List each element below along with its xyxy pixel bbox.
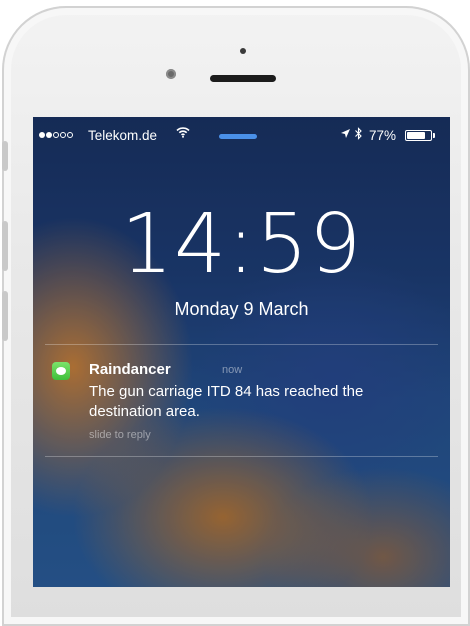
volume-down-button: [2, 291, 8, 341]
notification-top-divider: [45, 344, 438, 345]
signal-strength: [39, 132, 73, 138]
wifi-icon: [176, 126, 190, 141]
location-arrow-icon: [340, 128, 351, 142]
signal-dot: [39, 132, 45, 138]
notification-app-name: Raindancer: [89, 361, 171, 378]
signal-dot: [67, 132, 73, 138]
signal-dot: [46, 132, 52, 138]
status-bar: Telekom.de 77%: [33, 127, 450, 145]
notification-message: The gun carriage ITD 84 has reached the …: [89, 383, 364, 420]
volume-up-button: [2, 221, 8, 271]
lock-screen: Telekom.de 77% 14:59 Monday 9 March Rain…: [33, 117, 450, 587]
battery-percentage: 77%: [369, 128, 397, 143]
battery-icon: [405, 130, 432, 141]
carrier-name: Telekom.de: [88, 128, 158, 143]
notification-time: now: [222, 364, 243, 376]
mute-switch: [2, 141, 8, 171]
battery-level-fill: [407, 132, 425, 139]
lock-screen-clock: 14:59: [120, 197, 363, 292]
front-camera: [166, 69, 176, 79]
battery-tip: [433, 133, 435, 138]
signal-dot: [60, 132, 66, 138]
signal-dot: [53, 132, 59, 138]
notification-bottom-divider: [45, 456, 438, 457]
bluetooth-icon: [354, 127, 363, 143]
earpiece-speaker: [210, 75, 276, 82]
messages-icon: [52, 362, 70, 380]
slide-to-reply-hint[interactable]: slide to reply: [89, 429, 151, 441]
proximity-sensor: [240, 48, 246, 54]
lock-screen-date: Monday 9 March: [174, 299, 309, 319]
lock-indicator-bar: [219, 134, 257, 139]
